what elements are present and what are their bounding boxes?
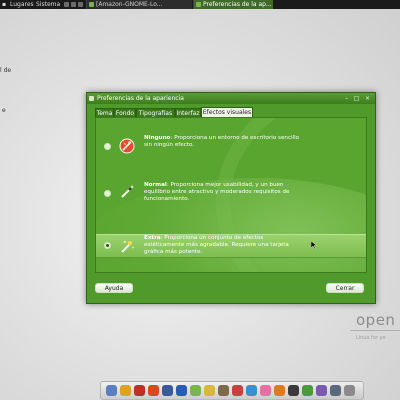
places-menu[interactable]: Lugares	[10, 1, 34, 8]
radio-normal[interactable]	[104, 190, 111, 197]
calendar-icon[interactable]	[232, 385, 243, 396]
option-normal-text: Normal: Proporciona mejor usabilidad, y …	[144, 182, 304, 203]
option-ninguno[interactable]: Ninguno: Proporciona un entorno de escri…	[96, 132, 366, 162]
wand-icon	[121, 185, 134, 198]
no-effects-icon	[119, 138, 135, 154]
option-normal-name: Normal	[144, 182, 167, 188]
note-icon[interactable]	[204, 385, 215, 396]
ebay-icon[interactable]	[176, 385, 187, 396]
taskbar-item-preferences[interactable]: Preferencias de la ap...	[193, 0, 273, 9]
top-panel: ▪ Lugares Sistema [Amazon-GNOME-Lo... Pr…	[0, 0, 400, 9]
tab-interfaz[interactable]: Interfaz	[175, 108, 201, 117]
brand-divider	[350, 330, 400, 331]
tab-fondo[interactable]: Fondo	[114, 108, 136, 117]
brand-tagline: Linux for yo	[356, 335, 386, 341]
facebook-icon[interactable]	[162, 385, 173, 396]
option-extra-text: Extra: Proporciona un conjunto de efecto…	[144, 235, 304, 256]
maximize-button[interactable]: □	[353, 95, 360, 102]
window-icon	[89, 96, 94, 101]
clock-icon[interactable]	[120, 385, 131, 396]
player-icon[interactable]	[302, 385, 313, 396]
photo-icon[interactable]	[218, 385, 229, 396]
browser-launcher-icon[interactable]	[64, 2, 69, 7]
close-button[interactable]: Cerrar	[326, 283, 364, 293]
terminal-icon[interactable]	[288, 385, 299, 396]
system-menu[interactable]: Sistema	[36, 1, 60, 8]
option-ninguno-text: Ninguno: Proporciona un entorno de escri…	[144, 135, 304, 149]
option-extra[interactable]: Extra: Proporciona un conjunto de efecto…	[96, 234, 366, 258]
appearance-preferences-window: Preferencias de la apariencia – □ × Tema…	[86, 92, 376, 304]
help-button[interactable]: Ayuda	[95, 283, 133, 293]
close-window-button[interactable]: ×	[364, 95, 371, 102]
brand-logo: open	[356, 311, 396, 329]
taskbar-item-amazon[interactable]: [Amazon-GNOME-Lo...	[86, 0, 192, 9]
ubuntu-circle-icon[interactable]	[148, 385, 159, 396]
option-ninguno-name: Ninguno	[144, 135, 171, 141]
option-extra-description: : Proporciona un conjunto de efectos est…	[144, 235, 289, 255]
yahoo-icon[interactable]	[134, 385, 145, 396]
menu-icon[interactable]: ▪	[2, 1, 6, 8]
files-launcher-icon[interactable]	[78, 2, 83, 7]
tab-efectos-visuales[interactable]: Efectos visuales	[201, 107, 253, 117]
chat-icon[interactable]	[190, 385, 201, 396]
window-icon	[89, 2, 94, 7]
trash-icon[interactable]	[344, 385, 355, 396]
window-title: Preferencias de la apariencia	[97, 95, 184, 102]
radio-ninguno[interactable]	[104, 143, 111, 150]
terminal-launcher-icon[interactable]	[71, 2, 76, 7]
flower-icon[interactable]	[260, 385, 271, 396]
option-extra-name: Extra	[144, 235, 161, 241]
display-icon[interactable]	[330, 385, 341, 396]
window-icon	[196, 2, 201, 7]
pidgin-icon[interactable]	[316, 385, 327, 396]
tab-tema[interactable]: Tema	[95, 108, 114, 117]
taskbar-item-label: [Amazon-GNOME-Lo...	[96, 1, 163, 8]
taskbar-item-label: Preferencias de la ap...	[203, 1, 272, 8]
radio-extra[interactable]	[104, 242, 111, 249]
visual-effects-panel: Ninguno: Proporciona un entorno de escri…	[95, 117, 367, 273]
music-icon[interactable]	[246, 385, 257, 396]
option-normal[interactable]: Normal: Proporciona mejor usabilidad, y …	[96, 180, 366, 212]
firefox-icon[interactable]	[274, 385, 285, 396]
finder-icon[interactable]	[106, 385, 117, 396]
window-titlebar[interactable]: Preferencias de la apariencia – □ ×	[87, 93, 375, 104]
magic-sparkle-icon	[121, 240, 135, 253]
desktop-icon-label[interactable]: e	[2, 107, 6, 114]
mouse-cursor-icon	[311, 241, 317, 249]
tab-tipografias[interactable]: Tipografías	[136, 108, 175, 117]
dock	[100, 381, 364, 400]
minimize-button[interactable]: –	[343, 95, 350, 102]
desktop-icon-label[interactable]: l de	[0, 67, 11, 74]
